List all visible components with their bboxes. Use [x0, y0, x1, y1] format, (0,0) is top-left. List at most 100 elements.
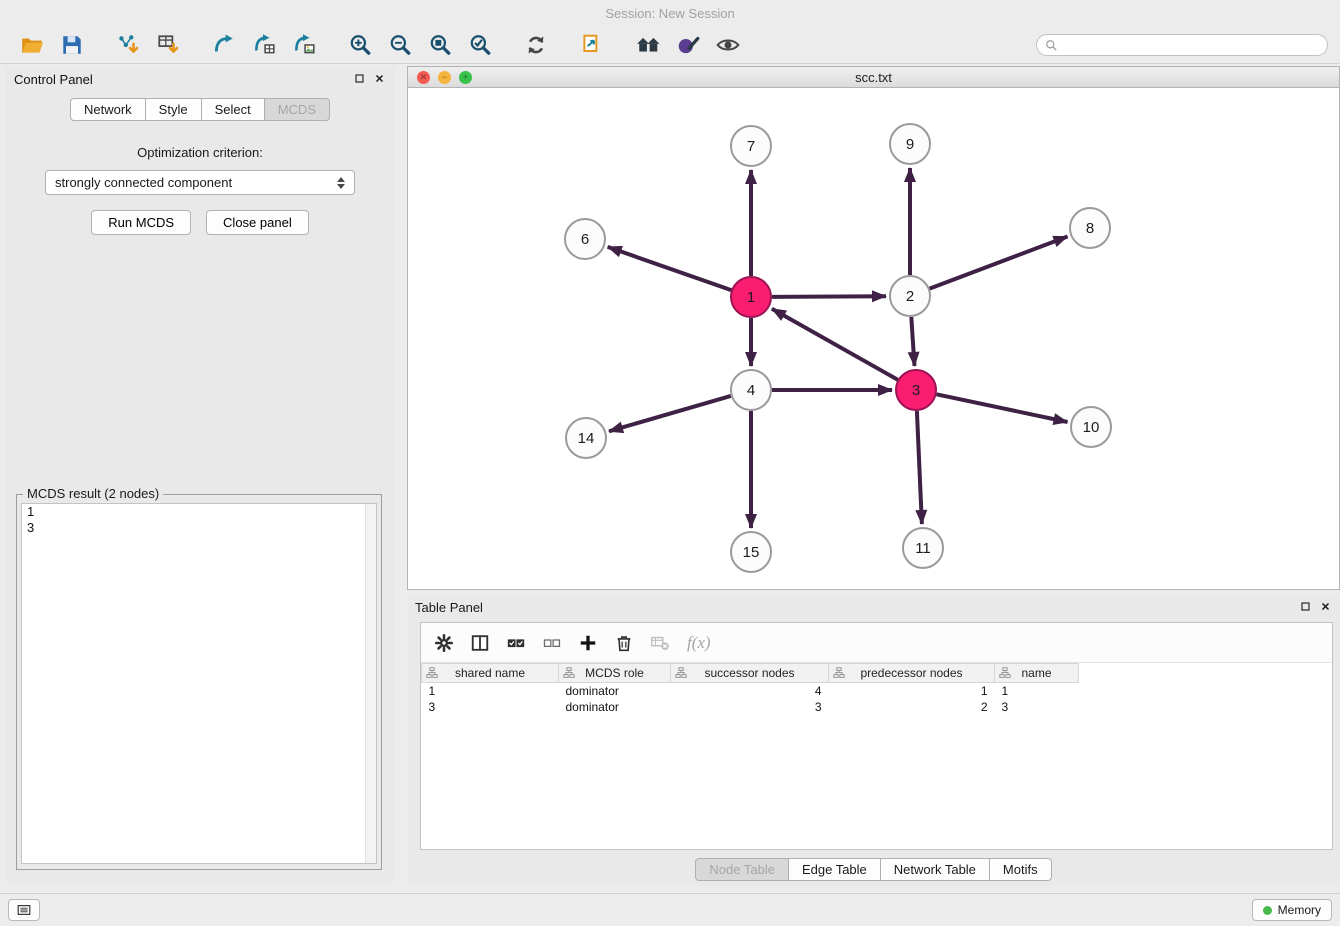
network-canvas[interactable]: 7 9 6 8 1 2 4 3 14 10 15 11: [407, 88, 1340, 590]
zoom-out-icon[interactable]: [380, 31, 420, 59]
table-cell[interactable]: 3: [671, 699, 829, 715]
node-6[interactable]: 6: [565, 219, 605, 259]
table-cell[interactable]: 1: [829, 683, 995, 699]
run-mcds-button[interactable]: Run MCDS: [91, 210, 191, 235]
edge-4-14[interactable]: [609, 396, 731, 431]
zoom-in-icon[interactable]: [340, 31, 380, 59]
window-titlebar: Session: New Session: [0, 0, 1340, 27]
delete-row-icon[interactable]: [609, 629, 639, 657]
eye-icon[interactable]: [708, 31, 748, 59]
node-9[interactable]: 9: [890, 124, 930, 164]
column-header-successor-nodes[interactable]: successor nodes: [671, 664, 829, 683]
edge-3-11[interactable]: [917, 411, 922, 524]
column-header-predecessor-nodes[interactable]: predecessor nodes: [829, 664, 995, 683]
column-header-mcds-role[interactable]: MCDS role: [559, 664, 671, 683]
table-cell[interactable]: 1: [995, 683, 1079, 699]
result-scrollbar[interactable]: [365, 504, 376, 863]
table-tab-motifs[interactable]: Motifs: [989, 858, 1052, 881]
optimization-criterion-label: Optimization criterion:: [6, 145, 394, 160]
network-graph[interactable]: 7 9 6 8 1 2 4 3 14 10 15 11: [408, 88, 1339, 589]
node-14[interactable]: 14: [566, 418, 606, 458]
save-session-icon[interactable]: [52, 31, 92, 59]
table-cell[interactable]: dominator: [559, 683, 671, 699]
edge-1-6[interactable]: [608, 247, 732, 290]
import-table-icon[interactable]: [148, 31, 188, 59]
first-neighbors-icon[interactable]: [628, 31, 668, 59]
open-file-icon[interactable]: [12, 31, 52, 59]
column-header-label: shared name: [455, 666, 525, 680]
table-row[interactable]: 3dominator323: [422, 699, 1079, 715]
float-panel-icon[interactable]: [353, 72, 366, 85]
edge-3-1[interactable]: [772, 309, 898, 380]
table-panel: Table Panel f(x) shared nameMCDS rolesuc…: [407, 594, 1340, 886]
toolbar-separator: [188, 45, 204, 46]
column-header-shared-name[interactable]: shared name: [422, 664, 559, 683]
criterion-dropdown[interactable]: strongly connected component: [45, 170, 355, 195]
select-all-icon[interactable]: [501, 629, 531, 657]
table-cell[interactable]: 4: [671, 683, 829, 699]
new-network-icon[interactable]: [204, 31, 244, 59]
table-cell[interactable]: dominator: [559, 699, 671, 715]
node-2[interactable]: 2: [890, 276, 930, 316]
node-7[interactable]: 7: [731, 126, 771, 166]
refresh-icon[interactable]: [516, 31, 556, 59]
table-row[interactable]: 1dominator411: [422, 683, 1079, 699]
node-label: 7: [747, 138, 755, 155]
tab-network[interactable]: Network: [70, 98, 146, 121]
column-header-name[interactable]: name: [995, 664, 1079, 683]
close-panel-icon[interactable]: [373, 72, 386, 85]
import-network-icon[interactable]: [108, 31, 148, 59]
dropdown-stepper-icon: [337, 177, 345, 189]
edge-2-8[interactable]: [930, 237, 1068, 289]
table-cell[interactable]: 2: [829, 699, 995, 715]
apply-style-icon[interactable]: [668, 31, 708, 59]
table-cell[interactable]: 3: [422, 699, 559, 715]
hierarchy-icon: [426, 667, 438, 682]
tab-style[interactable]: Style: [145, 98, 202, 121]
task-list-icon: [16, 902, 32, 918]
hierarchy-icon: [675, 667, 687, 682]
table-tab-network-table[interactable]: Network Table: [880, 858, 990, 881]
mcds-result-list[interactable]: 13: [21, 503, 377, 864]
close-panel-button[interactable]: Close panel: [206, 210, 309, 235]
search-box[interactable]: [1036, 34, 1328, 56]
annotation-icon[interactable]: [572, 31, 612, 59]
control-panel-actions: Run MCDS Close panel: [6, 210, 394, 235]
network-image-icon[interactable]: [284, 31, 324, 59]
node-10[interactable]: 10: [1071, 407, 1111, 447]
edge-2-3[interactable]: [911, 317, 914, 366]
deselect-all-icon[interactable]: [537, 629, 567, 657]
node-4[interactable]: 4: [731, 370, 771, 410]
float-table-panel-icon[interactable]: [1299, 600, 1312, 613]
node-11[interactable]: 11: [903, 528, 943, 568]
mcds-result-box: MCDS result (2 nodes) 13: [16, 494, 382, 870]
node-1[interactable]: 1: [731, 277, 771, 317]
node-8[interactable]: 8: [1070, 208, 1110, 248]
network-table-icon[interactable]: [244, 31, 284, 59]
node-3[interactable]: 3: [896, 370, 936, 410]
network-window-titlebar[interactable]: scc.txt ✕−+: [407, 66, 1340, 88]
tab-select[interactable]: Select: [201, 98, 265, 121]
add-row-icon[interactable]: [573, 629, 603, 657]
columns-icon[interactable]: [465, 629, 495, 657]
zoom-fit-icon[interactable]: [420, 31, 460, 59]
task-history-button[interactable]: [8, 899, 40, 921]
column-header-label: name: [1021, 666, 1051, 680]
node-15[interactable]: 15: [731, 532, 771, 572]
memory-button[interactable]: Memory: [1252, 899, 1332, 921]
result-line: 1: [22, 504, 376, 520]
search-input[interactable]: [1062, 38, 1319, 52]
edge-1-2[interactable]: [772, 296, 886, 297]
table-cell[interactable]: 1: [422, 683, 559, 699]
control-panel-tabs: NetworkStyleSelectMCDS: [6, 98, 394, 121]
edge-3-10[interactable]: [937, 394, 1068, 422]
close-table-panel-icon[interactable]: [1319, 600, 1332, 613]
table-tab-node-table[interactable]: Node Table: [695, 858, 789, 881]
tab-mcds[interactable]: MCDS: [264, 98, 330, 121]
table-tab-edge-table[interactable]: Edge Table: [788, 858, 881, 881]
zoom-selected-icon[interactable]: [460, 31, 500, 59]
delete-table-icon: [645, 629, 675, 657]
table-cell[interactable]: 3: [995, 699, 1079, 715]
gear-icon[interactable]: [429, 629, 459, 657]
network-view-window: scc.txt ✕−+ 7 9 6 8 1 2 4 3 14 10 15 11: [407, 66, 1340, 590]
